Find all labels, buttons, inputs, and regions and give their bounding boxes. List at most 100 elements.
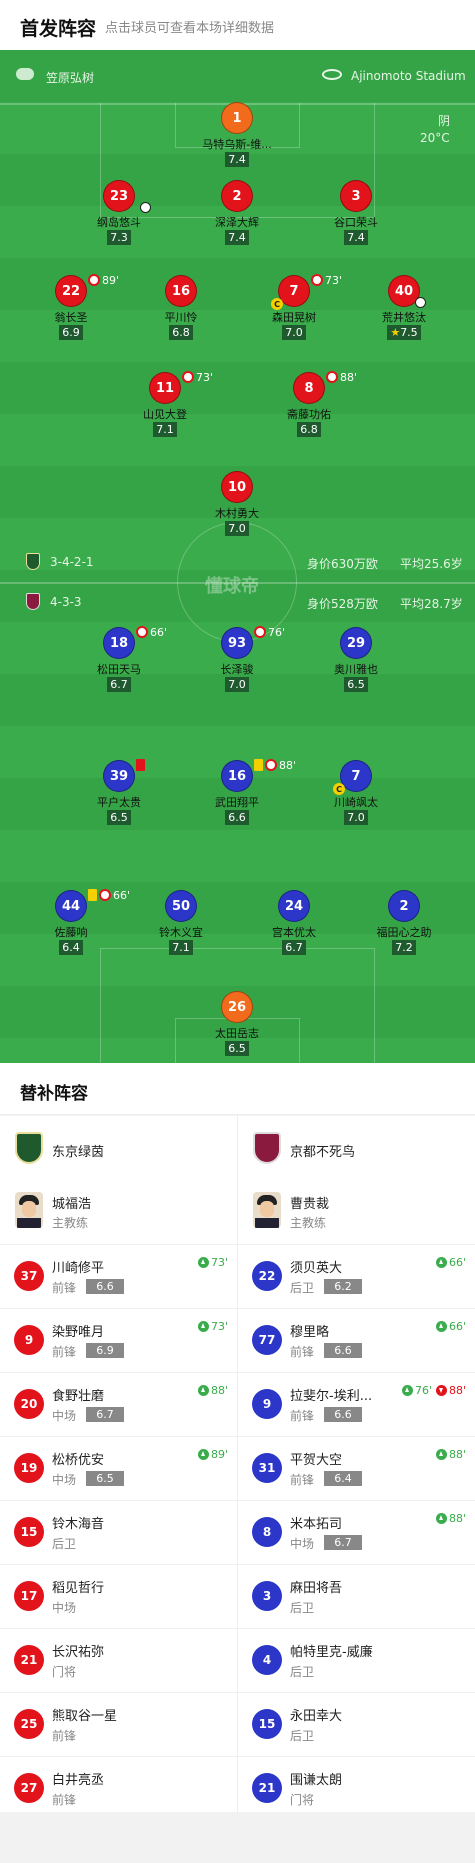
away-player-7[interactable]: 7 C 川崎飒太 7.0 xyxy=(301,760,411,830)
away-player-50[interactable]: 50 铃木义宜 7.1 xyxy=(126,890,236,960)
away-player-44[interactable]: 44 66' 佐藤响 6.4 xyxy=(16,889,130,960)
player-name: 奥川雅也 xyxy=(334,663,378,676)
player-name: 平户太贵 xyxy=(97,796,141,809)
away-player-16[interactable]: 16 88' 武田翔平 6.6 xyxy=(182,759,296,830)
sub-position: 门将 xyxy=(52,1665,77,1679)
sub-in-icon xyxy=(402,1385,413,1396)
home-player-16[interactable]: 16 平川怜 6.8 xyxy=(126,275,236,345)
away-sub-row[interactable]: 77 穆里略 前锋 6.6 66' xyxy=(238,1308,475,1372)
player-rating: 7.0 xyxy=(225,677,249,692)
away-player-39[interactable]: 39 平户太贵 6.5 xyxy=(64,759,174,830)
home-player-11[interactable]: 11 73' 山见大登 7.1 xyxy=(110,370,220,442)
subs-title: 替补阵容 xyxy=(20,1084,88,1104)
home-player-7[interactable]: 7 73' C 森田晃树 7.0 xyxy=(239,274,349,345)
player-name: 宫本优太 xyxy=(272,926,316,939)
player-name: 福田心之助 xyxy=(376,926,432,939)
sub-out-time: 73' xyxy=(196,370,214,384)
sub-number: 4 xyxy=(252,1645,282,1675)
away-formation: 4-3-3 xyxy=(50,595,82,609)
away-sub-row[interactable]: 9 拉斐尔-埃利... 前锋 6.6 76' 88' xyxy=(238,1372,475,1436)
away-sub-row[interactable]: 15 永田幸大 后卫 xyxy=(238,1692,475,1756)
home-team-row: 东京绿茵 xyxy=(0,1116,237,1180)
sub-position: 中场 xyxy=(52,1473,77,1487)
sub-out-icon xyxy=(182,371,194,383)
player-number: 8 xyxy=(293,372,325,404)
player-number: 3 xyxy=(340,180,372,212)
home-sub-row[interactable]: 15 铃木海音 后卫 xyxy=(0,1500,237,1564)
home-sub-row[interactable]: 37 川崎修平 前锋 6.6 73' xyxy=(0,1244,237,1308)
home-sub-row[interactable]: 9 染野唯月 前锋 6.9 73' xyxy=(0,1308,237,1372)
player-rating: 6.7 xyxy=(282,940,306,955)
sub-position: 后卫 xyxy=(52,1537,77,1551)
sub-position: 中场 xyxy=(52,1601,77,1615)
sub-rating: 6.6 xyxy=(324,1407,362,1422)
home-sub-row[interactable]: 17 稻见哲行 中场 xyxy=(0,1564,237,1628)
away-sub-row[interactable]: 31 平贺大空 前锋 6.4 88' xyxy=(238,1436,475,1500)
home-sub-row[interactable]: 19 松桥优安 中场 6.5 89' xyxy=(0,1436,237,1500)
away-sub-row[interactable]: 21 围谦太朗 门将 xyxy=(238,1756,475,1812)
home-coach[interactable]: 城福浩 主教练 xyxy=(0,1180,237,1244)
home-sub-row[interactable]: 27 白井亮丞 前锋 xyxy=(0,1756,237,1812)
yellow-card-icon xyxy=(88,889,97,901)
sub-number: 31 xyxy=(252,1453,282,1483)
sub-name: 染野唯月 xyxy=(52,1325,105,1340)
watermark: 懂球帝 xyxy=(205,576,259,597)
away-coach[interactable]: 曹贵裁 主教练 xyxy=(238,1180,475,1244)
sub-in-time: 66' xyxy=(449,1256,467,1269)
star-icon: ★ xyxy=(390,326,401,339)
player-rating: 7.2 xyxy=(392,940,416,955)
player-rating: 6.7 xyxy=(107,677,131,692)
away-sub-row[interactable]: 8 米本拓司 中场 6.7 88' xyxy=(238,1500,475,1564)
sub-number: 21 xyxy=(14,1645,44,1675)
home-value: 身价630万欧 xyxy=(307,557,378,571)
away-player-93[interactable]: 93 76' 长泽骏 7.0 xyxy=(182,625,292,697)
away-sub-row[interactable]: 4 帕特里克-威廉 后卫 xyxy=(238,1628,475,1692)
sub-out-time: 76' xyxy=(268,625,286,639)
home-player-10[interactable]: 10 木村勇大 7.0 xyxy=(182,471,292,541)
red-card-icon xyxy=(136,759,145,771)
home-sub-row[interactable]: 21 长沢祐弥 门将 xyxy=(0,1628,237,1692)
away-player-29[interactable]: 29 奥川雅也 6.5 xyxy=(301,627,411,697)
away-player-18[interactable]: 18 66' 松田天马 6.7 xyxy=(64,626,174,697)
sub-name: 拉斐尔-埃利... xyxy=(290,1389,373,1404)
player-name: 川崎飒太 xyxy=(334,796,378,809)
player-rating: ★7.5 xyxy=(387,325,421,340)
home-age: 平均25.6岁 xyxy=(400,557,463,571)
sub-number: 8 xyxy=(252,1517,282,1547)
away-player-24[interactable]: 24 宫本优太 6.7 xyxy=(239,890,349,960)
sub-name: 平贺大空 xyxy=(290,1453,343,1468)
player-name: 平川怜 xyxy=(164,311,198,324)
player-number: 10 xyxy=(221,471,253,503)
home-sub-row[interactable]: 20 食野壮磨 中场 6.7 88' xyxy=(0,1372,237,1436)
sub-out-icon xyxy=(99,889,111,901)
player-number: 2 xyxy=(388,890,420,922)
home-team-name: 东京绿茵 xyxy=(52,1145,105,1160)
home-player-3[interactable]: 3 谷口荣斗 7.4 xyxy=(301,180,411,250)
home-player-2[interactable]: 2 深泽大辉 7.4 xyxy=(182,180,292,250)
sub-in-time: 66' xyxy=(449,1320,467,1333)
sub-in-icon xyxy=(436,1449,447,1460)
sub-out-time: 89' xyxy=(102,273,120,287)
home-player-22[interactable]: 22 89' 翁长圣 6.9 xyxy=(16,273,126,345)
away-player-2[interactable]: 2 福田心之助 7.2 xyxy=(349,890,459,960)
sub-rating: 6.9 xyxy=(86,1343,124,1358)
sub-in-time: 88' xyxy=(211,1384,229,1397)
away-sub-row[interactable]: 3 麻田将吾 后卫 xyxy=(238,1564,475,1628)
sub-name: 穆里略 xyxy=(290,1325,330,1340)
player-number: 16 xyxy=(165,275,197,307)
sub-number: 9 xyxy=(252,1389,282,1419)
player-name: 森田晃树 xyxy=(272,311,316,324)
away-sub-row[interactable]: 22 须贝英大 后卫 6.2 66' xyxy=(238,1244,475,1308)
sub-in-time: 89' xyxy=(211,1448,229,1461)
sub-name: 永田幸大 xyxy=(290,1709,343,1724)
sub-in-icon xyxy=(198,1257,209,1268)
home-player-8[interactable]: 8 88' 斋藤功佑 6.8 xyxy=(254,371,364,442)
home-sub-row[interactable]: 25 熊取谷一星 前锋 xyxy=(0,1692,237,1756)
away-player-26[interactable]: 26 太田岳志 6.5 xyxy=(182,991,292,1061)
home-player-23[interactable]: 23 纲岛悠斗 7.3 xyxy=(64,180,174,250)
home-player-40[interactable]: 40 荒井悠汰 ★7.5 xyxy=(349,275,459,345)
lineup-page: 首发阵容 点击球员可查看本场详细数据 笠原弘树 Ajinomoto Stadiu… xyxy=(0,0,475,1863)
home-player-1[interactable]: 1 马特乌斯-维... 7.4 xyxy=(182,102,292,172)
player-rating: 6.5 xyxy=(344,677,368,692)
sub-rating: 6.7 xyxy=(324,1535,362,1550)
